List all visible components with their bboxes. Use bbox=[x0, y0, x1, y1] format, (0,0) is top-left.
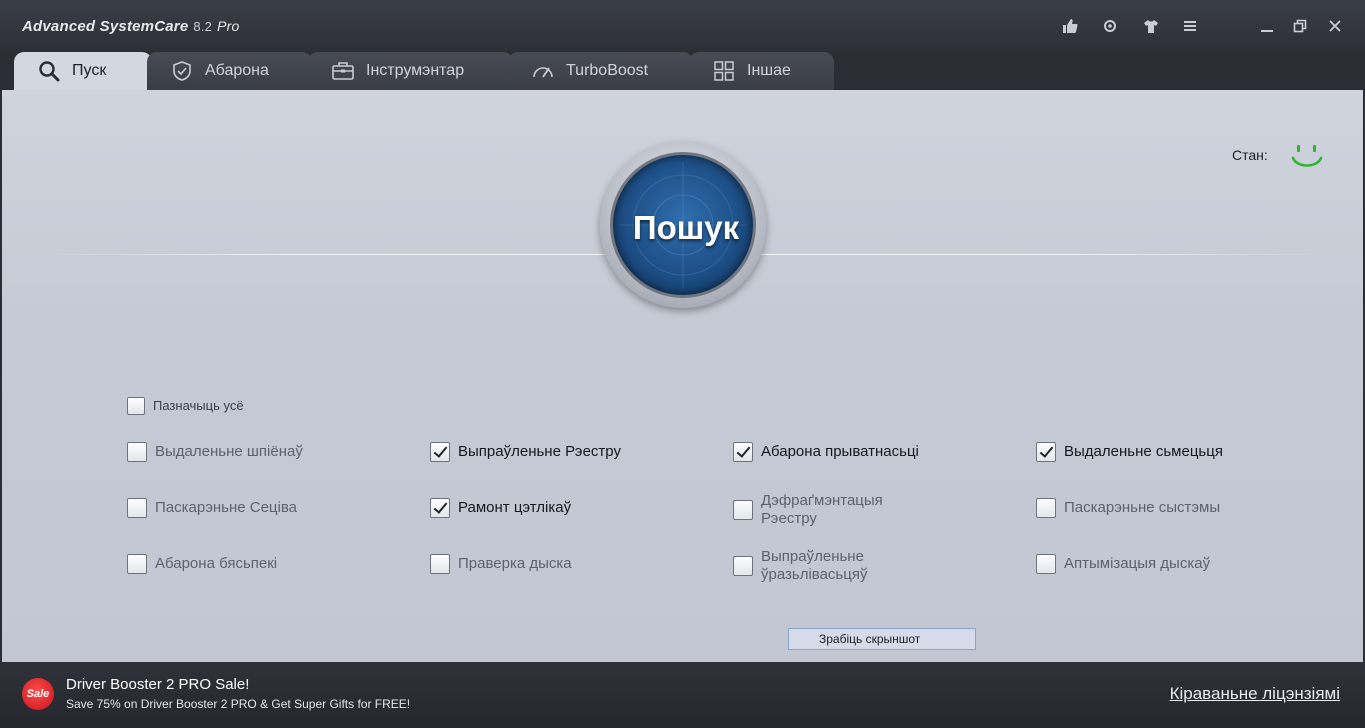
checkbox-label: Выдаленьне шпіёнаў bbox=[155, 443, 303, 460]
checkbox-disk-optimization[interactable]: Аптымізацыя дыскаў bbox=[1036, 554, 1210, 574]
checkbox-box bbox=[733, 442, 753, 462]
checkbox-label: Абарона прыватнасьці bbox=[761, 443, 919, 460]
checkbox-security-defense[interactable]: Абарона бясьпекі bbox=[127, 554, 277, 574]
shield-icon bbox=[169, 58, 195, 84]
checkbox-label: Паскарэньне сыстэмы bbox=[1064, 499, 1221, 516]
tab-other[interactable]: Іншае bbox=[689, 52, 834, 90]
checkbox-box bbox=[127, 498, 147, 518]
checkbox-box bbox=[430, 442, 450, 462]
tab-start[interactable]: Пуск bbox=[14, 52, 152, 90]
tab-protect[interactable]: Абарона bbox=[147, 52, 312, 90]
checkbox-box bbox=[1036, 554, 1056, 574]
select-all-checkbox[interactable]: Пазначыць усё bbox=[127, 397, 244, 415]
menu-icon[interactable] bbox=[1179, 15, 1201, 37]
maximize-icon[interactable] bbox=[1289, 15, 1311, 37]
tab-toolbox[interactable]: Інструмэнтар bbox=[308, 52, 513, 90]
speedometer-icon bbox=[530, 58, 556, 84]
checkbox-label: Рамонт цэтлікаў bbox=[458, 499, 572, 516]
sale-badge-icon[interactable]: Sale bbox=[22, 678, 54, 710]
checkbox-box bbox=[127, 397, 145, 415]
app-name: Advanced SystemCare bbox=[22, 18, 189, 35]
promo-subtitle[interactable]: Save 75% on Driver Booster 2 PRO & Get S… bbox=[66, 697, 410, 711]
take-screenshot-button[interactable]: Зрабіць скрыншот bbox=[788, 628, 976, 650]
checkbox-system-optimization[interactable]: Паскарэньне сыстэмы bbox=[1036, 498, 1220, 518]
checkbox-box bbox=[127, 442, 147, 462]
toolbox-icon bbox=[330, 58, 356, 84]
checkbox-box bbox=[733, 556, 753, 576]
scan-button[interactable]: Пошук bbox=[600, 142, 766, 308]
smiley-icon bbox=[1291, 145, 1323, 167]
tab-turboboost[interactable]: TurboBoost bbox=[508, 52, 693, 90]
skin-icon[interactable] bbox=[1140, 15, 1162, 37]
search-icon bbox=[36, 58, 62, 84]
status-label: Стан: bbox=[1232, 147, 1268, 163]
main-panel: Пошук Стан: Пазначыць усё Выдаленьне шпі… bbox=[2, 90, 1363, 662]
checkbox-box bbox=[733, 500, 753, 520]
promo-title[interactable]: Driver Booster 2 PRO Sale! bbox=[66, 676, 249, 693]
checkbox-label: Выдаленьне сьмецьця bbox=[1064, 443, 1223, 460]
tab-label: Пуск bbox=[72, 62, 107, 79]
checkbox-shortcut-fix[interactable]: Рамонт цэтлікаў bbox=[430, 498, 571, 518]
checkbox-box bbox=[1036, 442, 1056, 462]
app-title: Advanced SystemCare 8.2 Pro bbox=[22, 18, 239, 35]
checkbox-label: Дэфраґмэнтацыя Рэестру bbox=[761, 492, 883, 527]
tab-label: TurboBoost bbox=[566, 62, 649, 79]
checkbox-junk-clean[interactable]: Выдаленьне сьмецьця bbox=[1036, 442, 1223, 462]
checkbox-box bbox=[127, 554, 147, 574]
settings-icon[interactable] bbox=[1099, 15, 1121, 37]
checkbox-box bbox=[430, 554, 450, 574]
scan-button-face: Пошук bbox=[610, 152, 756, 298]
checkbox-privacy-sweep[interactable]: Абарона прыватнасьці bbox=[733, 442, 919, 462]
close-icon[interactable] bbox=[1324, 15, 1346, 37]
checkbox-disk-scan[interactable]: Праверка дыска bbox=[430, 554, 572, 574]
thumbs-up-icon[interactable] bbox=[1059, 15, 1081, 37]
select-all-label: Пазначыць усё bbox=[153, 398, 244, 413]
checkbox-label: Аптымізацыя дыскаў bbox=[1064, 555, 1211, 572]
checkbox-box bbox=[1036, 498, 1056, 518]
checkbox-label: Праверка дыска bbox=[458, 555, 572, 572]
scan-button-label: Пошук bbox=[632, 209, 740, 246]
tab-label: Інструмэнтар bbox=[366, 62, 465, 79]
checkbox-registry-defrag[interactable]: Дэфраґмэнтацыя Рэестру bbox=[733, 492, 911, 528]
checkbox-label: Паскарэньне Сеціва bbox=[155, 499, 297, 516]
tab-label: Абарона bbox=[205, 62, 269, 79]
checkbox-label: Абарона бясьпекі bbox=[155, 555, 278, 572]
app-version: 8.2 bbox=[193, 19, 213, 34]
tab-bar: Пуск Абарона Інструмэнтар TurboBoost Інш… bbox=[0, 52, 1365, 90]
checkbox-label: Выпраўленьне Рэестру bbox=[458, 443, 621, 460]
app-edition: Pro bbox=[217, 18, 240, 34]
checkbox-label: Выпраўленьне ўразьлівасьцяў bbox=[761, 548, 868, 583]
checkbox-registry-fix[interactable]: Выпраўленьне Рэестру bbox=[430, 442, 621, 462]
checkbox-internet-boost[interactable]: Паскарэньне Сеціва bbox=[127, 498, 297, 518]
grid-icon bbox=[711, 58, 737, 84]
bottom-bar: Sale Driver Booster 2 PRO Sale! Save 75%… bbox=[0, 662, 1365, 728]
checkbox-vulnerability-fix[interactable]: Выпраўленьне ўразьлівасьцяў bbox=[733, 548, 891, 584]
minimize-icon[interactable] bbox=[1256, 15, 1278, 37]
tab-label: Іншае bbox=[747, 62, 791, 79]
checkbox-box bbox=[430, 498, 450, 518]
license-management-link[interactable]: Кіраваньне ліцэнзіямі bbox=[1170, 684, 1340, 704]
title-bar: Advanced SystemCare 8.2 Pro bbox=[0, 0, 1365, 52]
checkbox-spyware-removal[interactable]: Выдаленьне шпіёнаў bbox=[127, 442, 303, 462]
